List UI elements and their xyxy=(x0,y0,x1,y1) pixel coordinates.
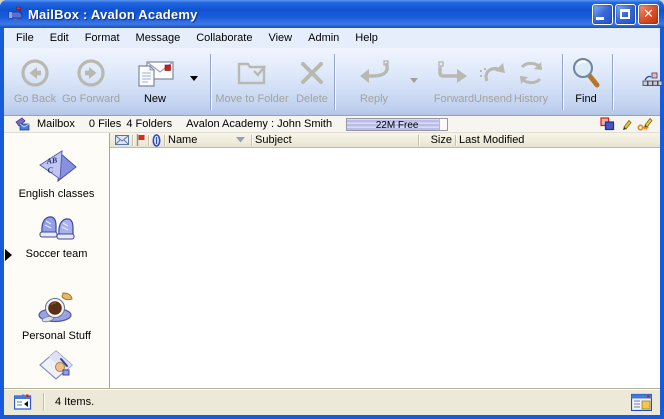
menu-admin[interactable]: Admin xyxy=(300,28,347,48)
sort-arrow-icon[interactable] xyxy=(236,137,245,143)
history-button[interactable]: History xyxy=(506,54,556,112)
folder-move-icon xyxy=(234,54,270,91)
window-title: MailBox : Avalon Academy xyxy=(28,7,198,22)
header-separator xyxy=(251,135,252,146)
delete-x-icon xyxy=(299,54,325,91)
connect-icon[interactable] xyxy=(642,72,662,88)
list-header-row: Name Subject Size Last Modified xyxy=(110,133,660,148)
menu-help[interactable]: Help xyxy=(347,28,386,48)
column-header-subject[interactable]: Subject xyxy=(255,134,415,146)
history-icon xyxy=(514,54,548,91)
reply-label: Reply xyxy=(360,93,388,105)
protected-pencil-icon[interactable] xyxy=(637,117,654,131)
menu-file[interactable]: File xyxy=(8,28,42,48)
column-header-last-modified[interactable]: Last Modified xyxy=(459,134,524,146)
reply-button[interactable]: Reply xyxy=(348,54,400,112)
forward-label: Forward xyxy=(434,93,474,105)
header-separator xyxy=(418,135,419,146)
sidebar-item-soccer-team[interactable]: Soccer team xyxy=(4,209,109,260)
new-dropdown-arrow-icon[interactable] xyxy=(190,76,198,81)
quota-free-cap xyxy=(439,119,447,130)
infobar-files-count: 0 Files xyxy=(89,118,121,130)
forward-circle-icon xyxy=(75,54,107,91)
infobar-account: Avalon Academy : John Smith xyxy=(186,118,332,130)
new-button[interactable]: New xyxy=(126,54,184,112)
unsend-arrow-icon xyxy=(477,54,509,91)
toolbar-separator xyxy=(210,54,212,110)
envelope-column-icon[interactable] xyxy=(115,135,129,145)
info-bar: Mailbox 0 Files 4 Folders Avalon Academy… xyxy=(4,116,660,133)
quota-bar: 22M Free xyxy=(346,118,448,131)
app-window: MailBox : Avalon Academy ✕ File Edit For… xyxy=(0,0,664,419)
go-forward-button[interactable]: Go Forward xyxy=(60,54,122,112)
toolbar-separator xyxy=(562,54,564,110)
delete-label: Delete xyxy=(296,93,328,105)
menu-edit[interactable]: Edit xyxy=(42,28,77,48)
mailbox-icon xyxy=(7,6,24,23)
reply-arrow-icon xyxy=(355,54,393,91)
items-count: 4 Items. xyxy=(55,396,94,408)
abc-folder-icon: AB C xyxy=(36,149,78,185)
move-to-folder-button[interactable]: Move to Folder xyxy=(214,54,290,112)
window-body: File Edit Format Message Collaborate Vie… xyxy=(4,28,660,415)
minimize-button[interactable] xyxy=(592,4,613,25)
reply-dropdown-arrow-icon[interactable] xyxy=(410,78,418,83)
coffee-cup-icon xyxy=(35,289,79,327)
find-label: Find xyxy=(575,93,596,105)
find-magnifier-icon xyxy=(571,54,601,91)
history-label: History xyxy=(514,93,548,105)
status-bar: 4 Items. xyxy=(4,388,660,415)
menu-message[interactable]: Message xyxy=(128,28,189,48)
go-back-label: Go Back xyxy=(14,93,56,105)
new-label: New xyxy=(144,93,166,105)
infobar-location: Mailbox xyxy=(37,118,75,130)
forward-arrow-icon xyxy=(434,54,474,91)
menu-bar: File Edit Format Message Collaborate Vie… xyxy=(4,28,660,48)
menu-format[interactable]: Format xyxy=(77,28,128,48)
menu-view[interactable]: View xyxy=(260,28,300,48)
sidebar-splitter-handle[interactable] xyxy=(4,246,14,264)
header-separator xyxy=(455,135,456,146)
quota-label: 22M Free xyxy=(376,120,419,131)
permissions-icon[interactable] xyxy=(600,117,615,131)
message-list-area[interactable] xyxy=(111,148,660,388)
sidebar-item-label: Personal Stuff xyxy=(22,330,91,342)
new-message-icon xyxy=(133,54,177,91)
sneakers-icon xyxy=(36,209,78,245)
go-forward-label: Go Forward xyxy=(62,93,120,105)
flag-column-icon[interactable] xyxy=(136,134,145,146)
toolbar-separator xyxy=(612,54,614,110)
sidebar-item-label: Soccer team xyxy=(26,248,88,260)
mailbox-small-icon xyxy=(14,117,31,131)
close-button[interactable]: ✕ xyxy=(638,4,659,25)
edit-pencil-icon[interactable] xyxy=(620,118,632,131)
title-bar[interactable]: MailBox : Avalon Academy ✕ xyxy=(0,0,664,28)
folder-sidebar: AB C English classes xyxy=(4,133,110,388)
sidebar-item-label: English classes xyxy=(19,188,95,200)
split-view-icon[interactable] xyxy=(631,393,652,411)
column-header-name[interactable]: Name xyxy=(168,134,236,146)
sidebar-item-personal-stuff[interactable]: Personal Stuff xyxy=(4,289,109,342)
menu-collaborate[interactable]: Collaborate xyxy=(188,28,260,48)
go-back-button[interactable]: Go Back xyxy=(8,54,62,112)
header-separator xyxy=(148,135,149,146)
back-circle-icon xyxy=(19,54,51,91)
find-button[interactable]: Find xyxy=(566,54,606,112)
pane-toggle-icon[interactable] xyxy=(14,394,33,410)
journal-pen-icon xyxy=(37,349,77,385)
header-separator xyxy=(164,135,165,146)
toolbar-separator xyxy=(334,54,336,110)
splitter-arrow-icon xyxy=(5,249,12,261)
sidebar-item-english-classes[interactable]: AB C English classes xyxy=(4,149,109,200)
toolbar: Go Back Go Forward xyxy=(4,48,660,116)
statusbar-separator xyxy=(43,393,45,411)
delete-button[interactable]: Delete xyxy=(290,54,334,112)
move-to-folder-label: Move to Folder xyxy=(215,93,288,105)
header-separator xyxy=(132,135,133,146)
attachment-column-icon[interactable] xyxy=(152,134,161,147)
maximize-button[interactable] xyxy=(615,4,636,25)
infobar-folders-count: 4 Folders xyxy=(126,118,172,130)
column-header-size[interactable]: Size xyxy=(422,134,452,146)
